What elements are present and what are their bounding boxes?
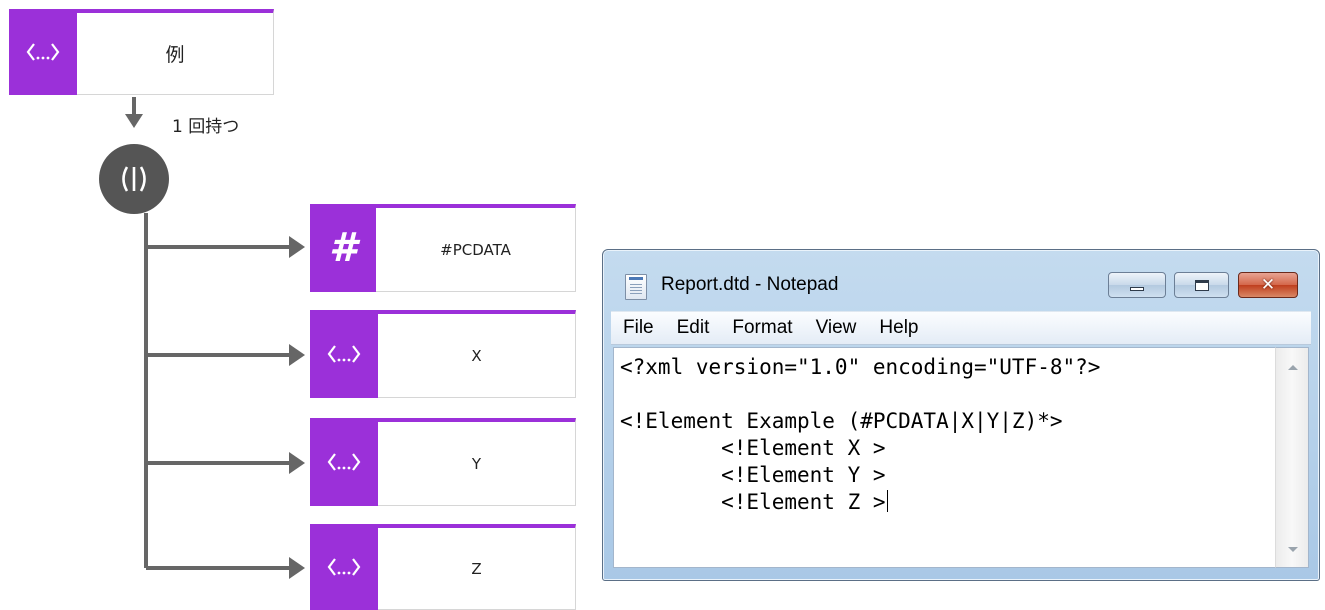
arrow-right-icon [289, 452, 305, 474]
notepad-window: Report.dtd - Notepad ✕ File Edit Format … [602, 249, 1320, 581]
node-label: Z [471, 559, 482, 578]
text-editor[interactable]: <?xml version="1.0" encoding="UTF-8"?> <… [613, 347, 1275, 568]
scroll-down-icon[interactable] [1288, 547, 1298, 552]
editor-line: <!Element X > [620, 436, 886, 460]
arrow-right-icon [289, 557, 305, 579]
arrow-right-icon [289, 236, 305, 258]
close-icon: ✕ [1260, 274, 1276, 295]
element-node-example[interactable]: 例 [9, 9, 274, 95]
menu-bar: File Edit Format View Help [611, 311, 1311, 345]
element-icon [310, 524, 378, 610]
choice-icon [122, 166, 146, 192]
minimize-button[interactable] [1108, 272, 1166, 298]
scroll-up-icon[interactable] [1288, 365, 1298, 370]
maximize-button[interactable] [1174, 272, 1229, 298]
maximize-icon [1194, 279, 1209, 291]
notepad-icon [625, 274, 647, 300]
minimize-icon [1130, 287, 1144, 291]
pcdata-node[interactable]: # #PCDATA [310, 204, 576, 292]
editor-line: <!Element Example (#PCDATA|X|Y|Z)*> [620, 409, 1063, 433]
editor-content: <?xml version="1.0" encoding="UTF-8"?> <… [614, 348, 1275, 516]
vertical-scrollbar[interactable] [1275, 347, 1309, 568]
window-title: Report.dtd - Notepad [661, 274, 839, 295]
node-label: Y [471, 454, 482, 473]
menu-format[interactable]: Format [720, 317, 803, 339]
hash-icon: # [310, 204, 376, 292]
editor-line: <!Element Y > [620, 463, 886, 487]
editor-line: <?xml version="1.0" encoding="UTF-8"?> [620, 355, 1101, 379]
element-icon [9, 9, 77, 95]
arrow-right-icon [289, 344, 305, 366]
node-label: X [471, 346, 482, 365]
down-arrow-icon [125, 114, 143, 128]
element-node-z[interactable]: Z [310, 524, 576, 610]
choice-node[interactable] [99, 144, 169, 214]
editor-line: <!Element Z > [620, 490, 886, 514]
menu-help[interactable]: Help [867, 317, 929, 339]
close-button[interactable]: ✕ [1238, 272, 1298, 298]
title-bar[interactable]: Report.dtd - Notepad ✕ [603, 250, 1319, 308]
text-caret [886, 490, 888, 512]
element-icon [310, 310, 378, 398]
node-label: 例 [165, 44, 185, 66]
element-node-x[interactable]: X [310, 310, 576, 398]
menu-file[interactable]: File [611, 317, 665, 339]
element-node-y[interactable]: Y [310, 418, 576, 506]
element-icon [310, 418, 378, 506]
menu-edit[interactable]: Edit [665, 317, 721, 339]
occurrence-label: 1 回持つ [172, 117, 240, 137]
node-label: #PCDATA [440, 240, 511, 259]
menu-view[interactable]: View [804, 317, 868, 339]
